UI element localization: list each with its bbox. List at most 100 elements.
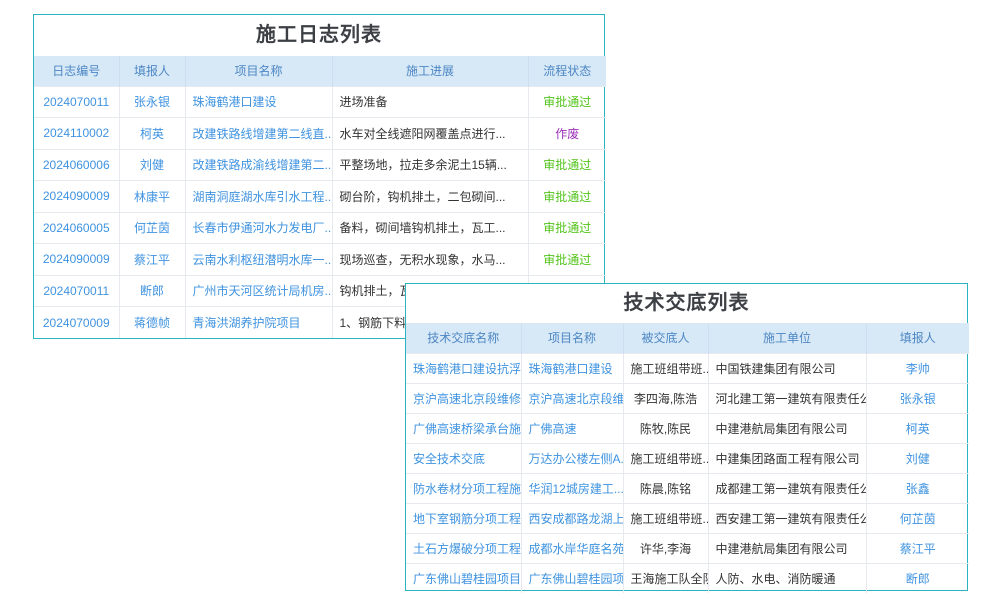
cell-project-link[interactable]: 广东佛山碧桂园项目 — [521, 563, 623, 593]
cell-reporter-link[interactable]: 蒋德帧 — [119, 307, 185, 339]
table-row: 珠海鹤港口建设抗浮...珠海鹤港口建设施工班组带班...中国铁建集团有限公司李帅 — [406, 353, 969, 383]
cell-unit: 中国铁建集团有限公司 — [708, 353, 866, 383]
column-header-project: 项目名称 — [185, 56, 332, 86]
cell-receiver: 施工班组带班... — [623, 353, 708, 383]
cell-receiver: 李四海,陈浩 — [623, 383, 708, 413]
cell-project-link[interactable]: 广佛高速 — [521, 413, 623, 443]
cell-name-link[interactable]: 广佛高速桥梁承台施... — [406, 413, 521, 443]
cell-reporter-link[interactable]: 刘健 — [866, 443, 969, 473]
cell-id-link[interactable]: 2024070011 — [34, 275, 119, 307]
cell-status: 审批通过 — [528, 181, 606, 213]
cell-reporter-link[interactable]: 张永银 — [119, 86, 185, 118]
construction-log-title: 施工日志列表 — [34, 15, 604, 56]
cell-status: 审批通过 — [528, 149, 606, 181]
table-row: 防水卷材分项工程施...华润12城房建工...陈晨,陈铭成都建工第一建筑有限责任… — [406, 473, 969, 503]
cell-project-link[interactable]: 湖南洞庭湖水库引水工程... — [185, 181, 332, 213]
cell-reporter-link[interactable]: 蔡江平 — [119, 244, 185, 276]
cell-project-link[interactable]: 成都水岸华庭名苑... — [521, 533, 623, 563]
cell-reporter-link[interactable]: 刘健 — [119, 149, 185, 181]
cell-project-link[interactable]: 万达办公楼左侧A... — [521, 443, 623, 473]
cell-project-link[interactable]: 京沪高速北京段维修 — [521, 383, 623, 413]
cell-id-link[interactable]: 2024090009 — [34, 244, 119, 276]
column-header-id: 日志编号 — [34, 56, 119, 86]
cell-name-link[interactable]: 京沪高速北京段维修... — [406, 383, 521, 413]
cell-reporter-link[interactable]: 何芷茵 — [119, 212, 185, 244]
cell-project-link[interactable]: 西安成都路龙湖上... — [521, 503, 623, 533]
cell-progress: 水车对全线遮阳网覆盖点进行... — [332, 118, 528, 150]
cell-reporter-link[interactable]: 柯英 — [119, 118, 185, 150]
cell-reporter-link[interactable]: 柯英 — [866, 413, 969, 443]
cell-reporter-link[interactable]: 蔡江平 — [866, 533, 969, 563]
column-header-reporter: 填报人 — [866, 323, 969, 353]
cell-unit: 西安建工第一建筑有限责任公司 — [708, 503, 866, 533]
cell-reporter-link[interactable]: 张永银 — [866, 383, 969, 413]
cell-project-link[interactable]: 珠海鹤港口建设 — [185, 86, 332, 118]
cell-receiver: 陈晨,陈铭 — [623, 473, 708, 503]
table-row: 2024090009蔡江平云南水利枢纽潜明水库一...现场巡查，无积水现象，水马… — [34, 244, 606, 276]
cell-receiver: 施工班组带班... — [623, 503, 708, 533]
table-header-row: 技术交底名称项目名称被交底人施工单位填报人 — [406, 323, 969, 353]
cell-id-link[interactable]: 2024060006 — [34, 149, 119, 181]
cell-receiver: 陈牧,陈民 — [623, 413, 708, 443]
table-row: 2024060006刘健改建铁路成渝线增建第二...平整场地，拉走多余泥土15辆… — [34, 149, 606, 181]
cell-reporter-link[interactable]: 林康平 — [119, 181, 185, 213]
table-row: 安全技术交底万达办公楼左侧A...施工班组带班...中建集团路面工程有限公司刘健 — [406, 443, 969, 473]
cell-status: 审批通过 — [528, 86, 606, 118]
cell-status: 审批通过 — [528, 212, 606, 244]
cell-reporter-link[interactable]: 李帅 — [866, 353, 969, 383]
cell-reporter-link[interactable]: 张鑫 — [866, 473, 969, 503]
cell-project-link[interactable]: 长春市伊通河水力发电厂... — [185, 212, 332, 244]
table-row: 2024090009林康平湖南洞庭湖水库引水工程...砌台阶，钩机排土，二包砌间… — [34, 181, 606, 213]
cell-project-link[interactable]: 珠海鹤港口建设 — [521, 353, 623, 383]
column-header-status: 流程状态 — [528, 56, 606, 86]
cell-unit: 河北建工第一建筑有限责任公司 — [708, 383, 866, 413]
table-row: 2024070011张永银珠海鹤港口建设进场准备审批通过 — [34, 86, 606, 118]
table-header-row: 日志编号填报人项目名称施工进展流程状态 — [34, 56, 606, 86]
cell-progress: 砌台阶，钩机排土，二包砌间... — [332, 181, 528, 213]
cell-name-link[interactable]: 地下室钢筋分项工程... — [406, 503, 521, 533]
column-header-reporter: 填报人 — [119, 56, 185, 86]
cell-project-link[interactable]: 云南水利枢纽潜明水库一... — [185, 244, 332, 276]
cell-project-link[interactable]: 青海洪湖养护院项目 — [185, 307, 332, 339]
cell-id-link[interactable]: 2024070011 — [34, 86, 119, 118]
cell-receiver: 许华,李海 — [623, 533, 708, 563]
cell-unit: 人防、水电、消防暖通 — [708, 563, 866, 593]
cell-id-link[interactable]: 2024090009 — [34, 181, 119, 213]
cell-reporter-link[interactable]: 断郎 — [119, 275, 185, 307]
table-row: 京沪高速北京段维修...京沪高速北京段维修李四海,陈浩河北建工第一建筑有限责任公… — [406, 383, 969, 413]
table-row: 土石方爆破分项工程...成都水岸华庭名苑...许华,李海中建港航局集团有限公司蔡… — [406, 533, 969, 563]
column-header-name: 技术交底名称 — [406, 323, 521, 353]
cell-progress: 进场准备 — [332, 86, 528, 118]
cell-status: 审批通过 — [528, 244, 606, 276]
cell-project-link[interactable]: 华润12城房建工... — [521, 473, 623, 503]
cell-id-link[interactable]: 2024070009 — [34, 307, 119, 339]
table-row: 2024060005何芷茵长春市伊通河水力发电厂...备料，砌间墙钩机排土，瓦工… — [34, 212, 606, 244]
cell-name-link[interactable]: 安全技术交底 — [406, 443, 521, 473]
cell-unit: 中建港航局集团有限公司 — [708, 413, 866, 443]
column-header-progress: 施工进展 — [332, 56, 528, 86]
cell-reporter-link[interactable]: 何芷茵 — [866, 503, 969, 533]
cell-reporter-link[interactable]: 断郎 — [866, 563, 969, 593]
cell-name-link[interactable]: 防水卷材分项工程施... — [406, 473, 521, 503]
column-header-unit: 施工单位 — [708, 323, 866, 353]
cell-status: 作废 — [528, 118, 606, 150]
tech-disclosure-title: 技术交底列表 — [406, 284, 967, 323]
cell-progress: 备料，砌间墙钩机排土，瓦工... — [332, 212, 528, 244]
cell-receiver: 王海施工队全队 — [623, 563, 708, 593]
tech-disclosure-table: 技术交底名称项目名称被交底人施工单位填报人 珠海鹤港口建设抗浮...珠海鹤港口建… — [406, 323, 969, 593]
cell-project-link[interactable]: 改建铁路线增建第二线直... — [185, 118, 332, 150]
cell-project-link[interactable]: 改建铁路成渝线增建第二... — [185, 149, 332, 181]
column-header-project: 项目名称 — [521, 323, 623, 353]
cell-progress: 现场巡查，无积水现象，水马... — [332, 244, 528, 276]
tech-disclosure-panel: 技术交底列表 技术交底名称项目名称被交底人施工单位填报人 珠海鹤港口建设抗浮..… — [405, 283, 968, 591]
cell-project-link[interactable]: 广州市天河区统计局机房... — [185, 275, 332, 307]
column-header-receiver: 被交底人 — [623, 323, 708, 353]
cell-name-link[interactable]: 土石方爆破分项工程... — [406, 533, 521, 563]
cell-unit: 成都建工第一建筑有限责任公司 — [708, 473, 866, 503]
cell-name-link[interactable]: 广东佛山碧桂园项目... — [406, 563, 521, 593]
cell-id-link[interactable]: 2024110002 — [34, 118, 119, 150]
cell-unit: 中建港航局集团有限公司 — [708, 533, 866, 563]
table-row: 地下室钢筋分项工程...西安成都路龙湖上...施工班组带班...西安建工第一建筑… — [406, 503, 969, 533]
cell-name-link[interactable]: 珠海鹤港口建设抗浮... — [406, 353, 521, 383]
cell-id-link[interactable]: 2024060005 — [34, 212, 119, 244]
